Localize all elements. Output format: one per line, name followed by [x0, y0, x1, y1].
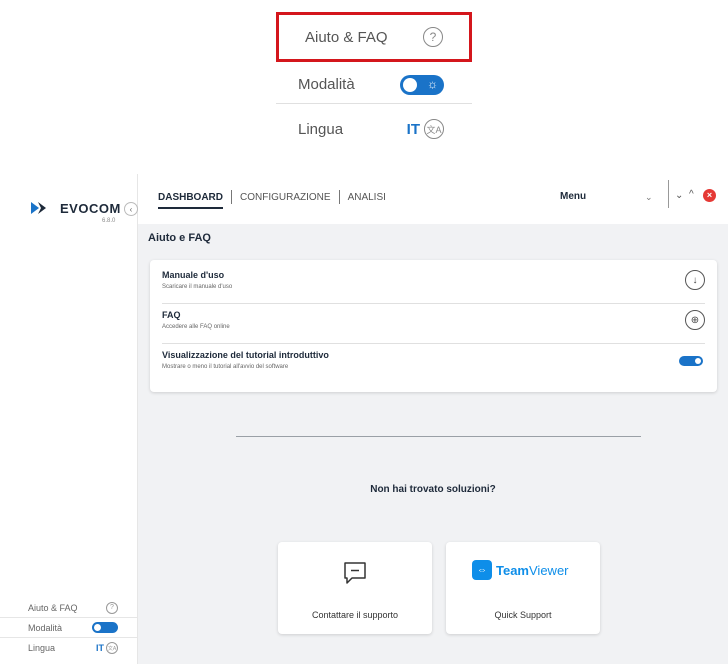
minimize-window-button[interactable]: ⌄ — [675, 190, 683, 201]
top-bar: DASHBOARD CONFIGURAZIONE ANALISI Menu ⌄ … — [138, 174, 728, 224]
row-title: Visualizzazione del tutorial introduttiv… — [162, 350, 329, 360]
translate-icon: 文A — [106, 642, 118, 654]
chat-icon — [344, 562, 366, 584]
mode-toggle[interactable]: ☼ — [400, 74, 444, 95]
row-title: FAQ — [162, 310, 181, 320]
tab-dashboard[interactable]: DASHBOARD — [158, 192, 231, 209]
version-label: 6.8.0 — [102, 218, 116, 224]
mode-toggle[interactable] — [92, 622, 118, 633]
sidebar-bottom-menu: Aiuto & FAQ ? Modalità Lingua IT 文A — [0, 598, 138, 658]
row-subtitle: Scaricare il manuale d'uso — [162, 284, 233, 290]
callout-language-label: Lingua — [298, 120, 344, 138]
callout-language-item[interactable]: Lingua IT 文A — [276, 110, 472, 148]
row-subtitle: Accedere alle FAQ online — [162, 324, 230, 330]
evocom-logo-icon — [31, 202, 46, 214]
help-options-card: Manuale d'uso Scaricare il manuale d'uso… — [150, 260, 717, 392]
collapse-sidebar-button[interactable]: ‹ — [124, 202, 138, 216]
tile-label: Quick Support — [494, 610, 552, 620]
translate-icon: 文A — [424, 119, 444, 139]
callout-help-faq-item[interactable]: Aiuto & FAQ ? — [276, 12, 472, 62]
toggle-knob — [94, 624, 101, 631]
logo-bold-text: Team — [496, 562, 529, 578]
callout-mode-label: Modalità — [298, 76, 355, 93]
no-solution-heading: Non hai trovato soluzioni? — [370, 484, 496, 495]
teamviewer-wordmark: TeamViewer — [496, 563, 569, 578]
download-icon[interactable]: ↓ — [685, 270, 705, 290]
language-selector[interactable]: IT 文A — [407, 119, 444, 139]
callout-help-label: Aiuto & FAQ — [305, 28, 388, 46]
page-title: Aiuto e FAQ — [148, 232, 211, 244]
close-window-button[interactable]: × — [703, 189, 716, 202]
language-code: IT — [406, 120, 420, 138]
callout-mode-item[interactable]: Modalità ☼ — [276, 66, 472, 104]
sidebar-item-language[interactable]: Lingua IT 文A — [0, 638, 138, 658]
screen: Aiuto & FAQ ? Modalità ☼ Lingua IT 文A EV… — [0, 0, 728, 664]
app-window: EVOCOM 6.8.0 ‹ Aiuto & FAQ ? Modalità Li… — [0, 174, 728, 664]
sidebar-help-label: Aiuto & FAQ — [28, 602, 78, 613]
sidebar-mode-label: Modalità — [28, 622, 63, 633]
row-subtitle: Mostrare o meno il tutorial all'avvio de… — [162, 364, 289, 370]
quick-support-tile[interactable]: ⇔ TeamViewer Quick Support — [446, 542, 600, 634]
help-icon: ? — [423, 27, 443, 47]
menu-dropdown[interactable]: Menu — [560, 191, 586, 202]
language-selector[interactable]: IT 文A — [96, 642, 118, 654]
chevron-down-icon[interactable]: ⌄ — [645, 192, 653, 203]
zoomed-menu-callout: Aiuto & FAQ ? Modalità ☼ Lingua IT 文A — [276, 12, 472, 148]
sidebar: EVOCOM 6.8.0 ‹ Aiuto & FAQ ? Modalità Li… — [0, 174, 138, 664]
sidebar-language-label: Lingua — [28, 643, 56, 653]
tab-configurazione[interactable]: CONFIGURAZIONE — [232, 192, 339, 203]
logo-text: EVOCOM — [60, 200, 121, 216]
logo: EVOCOM — [30, 200, 121, 216]
language-code: IT — [96, 643, 104, 653]
sun-icon: ☼ — [427, 76, 438, 91]
teamviewer-logo: ⇔ TeamViewer — [472, 560, 569, 580]
tab-analisi[interactable]: ANALISI — [340, 192, 394, 203]
tutorial-toggle[interactable] — [679, 356, 703, 366]
logo-light-text: Viewer — [529, 562, 569, 578]
main-content: DASHBOARD CONFIGURAZIONE ANALISI Menu ⌄ … — [138, 174, 728, 664]
help-icon: ? — [106, 601, 118, 614]
toggle-knob — [403, 77, 417, 92]
globe-icon[interactable]: ⊕ — [685, 310, 705, 330]
row-title: Manuale d'uso — [162, 270, 225, 280]
tile-label: Contattare il supporto — [311, 610, 399, 620]
contact-support-tile[interactable]: Contattare il supporto — [278, 542, 432, 634]
list-item-faq[interactable]: FAQ Accedere alle FAQ online ⊕ — [162, 306, 705, 344]
nav-tabs: DASHBOARD CONFIGURAZIONE ANALISI — [158, 190, 394, 209]
sidebar-item-mode[interactable]: Modalità — [0, 618, 138, 638]
teamviewer-icon: ⇔ — [472, 560, 492, 580]
divider — [236, 436, 641, 437]
maximize-window-button[interactable]: ^ — [689, 189, 694, 200]
list-item-manual[interactable]: Manuale d'uso Scaricare il manuale d'uso… — [162, 266, 705, 304]
divider — [668, 180, 669, 208]
toggle-knob — [695, 358, 701, 364]
list-item-tutorial: Visualizzazione del tutorial introduttiv… — [162, 346, 705, 384]
sidebar-item-help[interactable]: Aiuto & FAQ ? — [0, 598, 138, 618]
